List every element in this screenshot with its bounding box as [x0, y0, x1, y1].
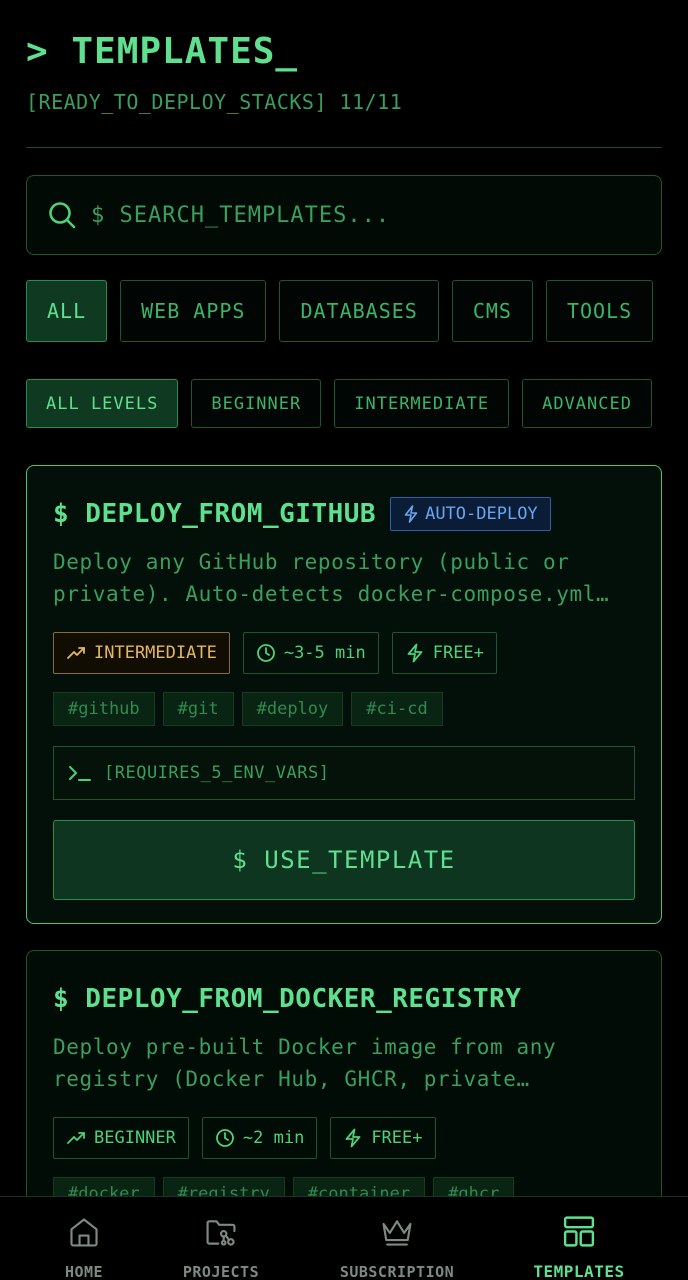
tag-item[interactable]: #github: [53, 692, 155, 726]
lightning-icon: [404, 505, 418, 523]
search-icon: [49, 202, 76, 229]
terminal-icon: [69, 766, 91, 781]
level-chip-advanced[interactable]: ADVANCED: [522, 379, 652, 428]
category-filter-row: ALL WEB APPS DATABASES CMS TOOLS: [26, 280, 688, 342]
env-vars-label: [REQUIRES_5_ENV_VARS]: [104, 763, 330, 783]
card-header: $ DEPLOY_FROM_DOCKER_REGISTRY: [53, 981, 635, 1017]
category-chip-cms[interactable]: CMS: [451, 280, 533, 342]
time-badge: ~2 min: [201, 1117, 318, 1159]
page-title: > TEMPLATES_: [26, 31, 299, 72]
category-chip-web-apps[interactable]: WEB APPS: [120, 280, 267, 342]
clock-icon: [256, 644, 275, 662]
level-badge: BEGINNER: [53, 1117, 189, 1159]
auto-deploy-badge: AUTO-DEPLOY: [390, 497, 551, 531]
header-divider: [26, 147, 662, 148]
level-label: BEGINNER: [94, 1128, 176, 1148]
page-header: > TEMPLATES_ [READY_TO_DEPLOY_STACKS] 11…: [26, 28, 662, 114]
search-input[interactable]: [91, 202, 631, 228]
tier-label: FREE+: [432, 643, 484, 663]
nav-item-subscription[interactable]: SUBSCRIPTION: [332, 1197, 462, 1280]
tag-item[interactable]: #git: [162, 692, 234, 726]
level-chip-all-levels[interactable]: ALL LEVELS: [26, 379, 179, 428]
level-badge: INTERMEDIATE: [53, 632, 230, 674]
tag-list: #github #git #deploy #ci-cd: [53, 692, 635, 726]
crown-icon: [382, 1220, 412, 1246]
card-meta-row: INTERMEDIATE ~3-5 min FREE+: [53, 632, 635, 674]
lightning-icon: [345, 1128, 361, 1148]
env-vars-notice: [REQUIRES_5_ENV_VARS]: [53, 746, 635, 800]
page-subtitle: [READY_TO_DEPLOY_STACKS] 11/11: [26, 90, 403, 114]
nav-label: PROJECTS: [182, 1263, 260, 1280]
tier-badge: FREE+: [330, 1117, 436, 1159]
card-description: Deploy pre-built Docker image from any r…: [53, 1035, 557, 1091]
card-meta-row: BEGINNER ~2 min FREE+: [53, 1117, 635, 1159]
tier-badge: FREE+: [391, 632, 497, 674]
badge-label: AUTO-DEPLOY: [425, 504, 538, 524]
bottom-nav: HOME PROJECTS SUBSCRIPTION TEMPLATES: [0, 1196, 688, 1280]
nav-item-templates[interactable]: TEMPLATES: [526, 1197, 632, 1280]
lightning-icon: [407, 643, 423, 663]
tag-item[interactable]: #deploy: [241, 692, 344, 726]
level-label: INTERMEDIATE: [94, 643, 217, 663]
use-template-button[interactable]: $ USE_TEMPLATE: [53, 820, 635, 900]
level-filter-row: ALL LEVELS BEGINNER INTERMEDIATE ADVANCE…: [26, 379, 688, 428]
tier-label: FREE+: [371, 1128, 423, 1148]
nav-label: SUBSCRIPTION: [339, 1263, 455, 1280]
card-title: $ DEPLOY_FROM_GITHUB: [53, 499, 377, 529]
level-chip-beginner[interactable]: BEGINNER: [191, 379, 322, 428]
nav-item-projects[interactable]: PROJECTS: [176, 1197, 266, 1280]
template-card-github[interactable]: $ DEPLOY_FROM_GITHUB AUTO-DEPLOY Deploy …: [26, 465, 662, 924]
card-header: $ DEPLOY_FROM_GITHUB AUTO-DEPLOY: [53, 496, 635, 532]
home-icon: [70, 1218, 98, 1247]
trending-up-icon: [67, 647, 85, 659]
time-badge: ~3-5 min: [242, 632, 379, 674]
trending-up-icon: [67, 1132, 85, 1144]
templates-grid-icon: [563, 1216, 595, 1247]
clock-icon: [215, 1129, 234, 1147]
time-label: ~2 min: [242, 1128, 305, 1148]
nav-item-home[interactable]: HOME: [44, 1197, 124, 1280]
nav-label: TEMPLATES: [533, 1262, 625, 1280]
projects-folder-icon: [206, 1220, 236, 1246]
category-chip-databases[interactable]: DATABASES: [279, 280, 439, 342]
category-chip-all[interactable]: ALL: [26, 280, 108, 342]
nav-label: HOME: [64, 1263, 104, 1280]
level-chip-intermediate[interactable]: INTERMEDIATE: [334, 379, 510, 428]
search-box[interactable]: [26, 175, 662, 255]
time-label: ~3-5 min: [283, 643, 366, 663]
templates-screen: > TEMPLATES_ [READY_TO_DEPLOY_STACKS] 11…: [0, 0, 688, 1280]
card-description: Deploy any GitHub repository (public or …: [53, 550, 610, 606]
card-title: $ DEPLOY_FROM_DOCKER_REGISTRY: [53, 984, 522, 1014]
category-chip-tools[interactable]: TOOLS: [545, 280, 654, 342]
tag-item[interactable]: #ci-cd: [351, 692, 443, 726]
